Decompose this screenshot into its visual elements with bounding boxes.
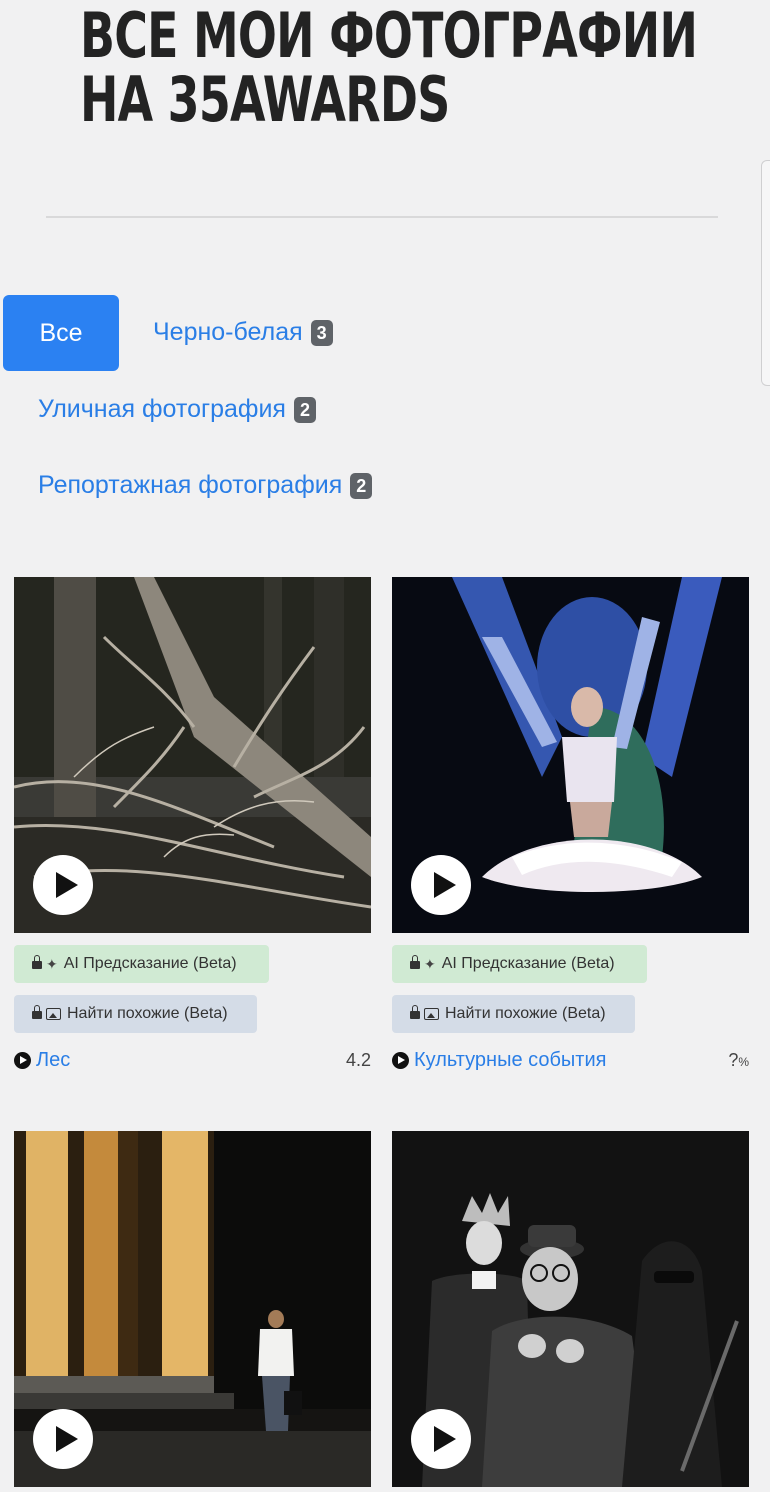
- page-title-line-1: ВСЕ МОИ ФОТОГРАФИИ: [80, 0, 698, 72]
- rating-unit: %: [738, 1054, 749, 1069]
- filter-label: Уличная фотография: [38, 395, 286, 423]
- find-similar-label: Найти похожие (Beta): [67, 1005, 228, 1022]
- play-button[interactable]: [411, 855, 471, 915]
- image-icon: [46, 1008, 61, 1020]
- sparkle-icon: ✦: [424, 955, 436, 972]
- title-divider: [46, 216, 718, 218]
- page-title-line-2: НА 35AWARDS: [80, 63, 450, 136]
- rating-score: 4.2: [346, 1050, 371, 1071]
- play-button[interactable]: [411, 1409, 471, 1469]
- filter-all-label: Все: [39, 318, 83, 347]
- rating-value: ?: [728, 1049, 739, 1070]
- count-badge: 3: [310, 319, 333, 346]
- find-similar-button[interactable]: Найти похожие (Beta): [14, 995, 257, 1033]
- find-similar-label: Найти похожие (Beta): [445, 1005, 606, 1022]
- sparkle-icon: ✦: [46, 955, 58, 972]
- category-link[interactable]: Лес: [36, 1049, 70, 1072]
- scrollbar[interactable]: [761, 160, 770, 386]
- lock-icon: [32, 955, 42, 969]
- play-circle-icon: [14, 1051, 31, 1069]
- category-link[interactable]: Культурные события: [414, 1049, 606, 1072]
- play-button[interactable]: [33, 1409, 93, 1469]
- count-badge: 2: [350, 472, 373, 499]
- photo-meta: Культурные события ?%: [392, 1047, 749, 1073]
- photo-card: [14, 1131, 371, 1492]
- filter-black-white[interactable]: Черно-белая 3: [153, 318, 333, 347]
- play-button[interactable]: [33, 855, 93, 915]
- rating-value: 4.2: [345, 1049, 371, 1070]
- photo-meta: Лес 4.2: [14, 1047, 371, 1073]
- filter-label: Репортажная фотография: [38, 471, 343, 499]
- rating-score: ?%: [728, 1050, 749, 1071]
- filter-street-photography[interactable]: Уличная фотография 2: [38, 395, 316, 424]
- page-title: ВСЕ МОИ ФОТОГРАФИИ НА 35AWARDS: [80, 0, 698, 136]
- photo-card: [392, 1131, 749, 1492]
- photo-thumbnail-colonnade[interactable]: [14, 1131, 371, 1487]
- photo-thumbnail-ballet[interactable]: [392, 577, 749, 933]
- find-similar-button[interactable]: Найти похожие (Beta): [392, 995, 635, 1033]
- photo-card: ✦ AI Предсказание (Beta) Найти похожие (…: [392, 577, 749, 1077]
- filter-reportage-photography[interactable]: Репортажная фотография 2: [38, 471, 373, 500]
- photo-thumbnail-theatre[interactable]: [392, 1131, 749, 1487]
- photo-thumbnail-forest[interactable]: [14, 577, 371, 933]
- image-icon: [424, 1008, 439, 1020]
- ai-prediction-label: AI Предсказание (Beta): [441, 955, 615, 972]
- ai-prediction-button[interactable]: ✦ AI Предсказание (Beta): [392, 945, 647, 983]
- filter-all[interactable]: Все: [3, 295, 119, 371]
- photo-card: ✦ AI Предсказание (Beta) Найти похожие (…: [14, 577, 371, 1077]
- lock-icon: [410, 1005, 420, 1019]
- lock-icon: [410, 955, 420, 969]
- play-circle-icon: [392, 1051, 409, 1069]
- filter-label: Черно-белая: [153, 318, 303, 346]
- ai-prediction-label: AI Предсказание (Beta): [63, 955, 237, 972]
- count-badge: 2: [293, 396, 316, 423]
- lock-icon: [32, 1005, 42, 1019]
- ai-prediction-button[interactable]: ✦ AI Предсказание (Beta): [14, 945, 269, 983]
